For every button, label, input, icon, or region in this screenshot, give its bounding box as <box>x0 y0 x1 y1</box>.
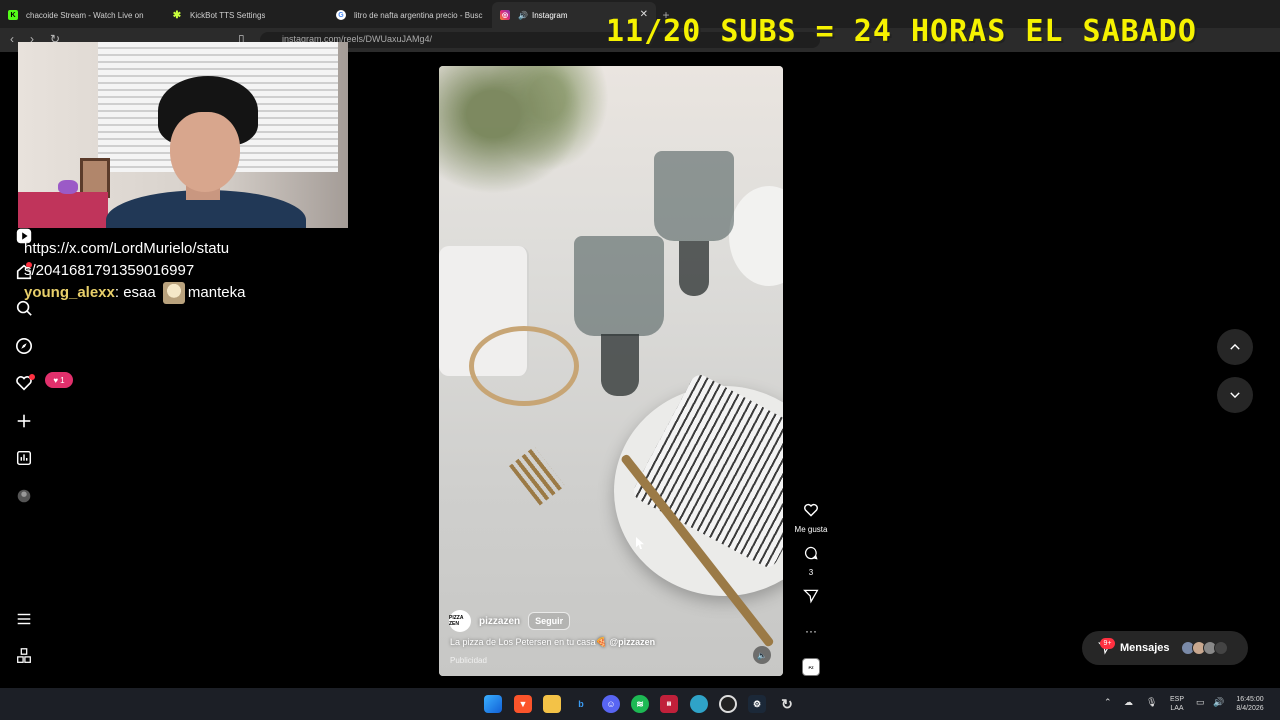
steam-icon[interactable]: ⚙ <box>748 695 766 713</box>
language-bottom: LAA <box>1170 705 1184 712</box>
microphone-icon[interactable]: 🎙 <box>1146 698 1157 707</box>
reel-caption: La pizza de Los Petersen en tu casa🍕 @pi… <box>450 637 655 648</box>
windows-taskbar: ▼ b ☺ ≋ ▤ ⚙ ↻ ⌃ ☁ 🎙 ESP LAA ▭ 🔊 16:45:00… <box>0 688 1280 720</box>
tray-chevron-icon[interactable]: ⌃ <box>1104 698 1112 707</box>
send-icon <box>803 589 819 604</box>
obs-icon[interactable] <box>719 695 737 713</box>
more-avatars-icon <box>1213 641 1228 655</box>
tab-kickbot[interactable]: ✱ KickBot TTS Settings <box>164 2 328 28</box>
heart-icon <box>804 503 818 517</box>
reel-plant <box>439 66 619 226</box>
back-icon[interactable]: ‹ <box>10 32 14 46</box>
chat-message-link-line2: s/2041681791359016997 <box>24 262 195 279</box>
reel-coaster <box>469 326 579 406</box>
notification-badge: ♥ 1 <box>45 372 73 388</box>
spotify-icon[interactable]: ≋ <box>631 695 649 713</box>
webcam-person-face <box>170 112 240 192</box>
comment-count: 3 <box>808 568 814 577</box>
chat-text-after: manteka <box>187 284 246 301</box>
chevron-up-icon <box>1230 343 1240 350</box>
messages-avatars <box>1180 641 1228 655</box>
tab-label: chacoide Stream - Watch Live on <box>26 10 144 20</box>
clock-time: 16:45:00 <box>1236 696 1264 703</box>
chevron-down-icon <box>1230 392 1240 399</box>
notifications-heart-icon[interactable] <box>14 373 35 393</box>
chat-text-before: : esaa <box>114 284 156 301</box>
webcam-bed <box>18 192 108 228</box>
comment-button[interactable]: 3 <box>794 545 828 577</box>
network-icon[interactable]: ▭ <box>1196 698 1205 707</box>
chat-message-link-line1: https://x.com/LordMurielo/statu <box>24 240 230 257</box>
google-icon: G <box>336 10 346 20</box>
messages-label: Mensajes <box>1120 642 1170 654</box>
more-options-button[interactable]: ··· <box>794 624 828 638</box>
messages-badge: 9+ <box>1100 638 1115 649</box>
next-reel-button[interactable] <box>1217 377 1253 413</box>
sponsored-label: Publicidad <box>450 656 487 665</box>
edge-icon[interactable] <box>690 695 708 713</box>
tab-label: Instagram <box>531 10 568 20</box>
more-icon: ··· <box>805 624 817 638</box>
create-icon[interactable] <box>14 411 34 431</box>
speaker-icon: 🔊 <box>518 10 528 20</box>
audio-track-thumbnail[interactable]: PZ <box>802 658 820 676</box>
webcam-plush <box>58 180 78 194</box>
language-top: ESP <box>1169 696 1184 703</box>
clock[interactable]: 16:45:00 8/4/2026 <box>1230 695 1270 713</box>
stream-goal-overlay: 11/20 SUBS = 24 HORAS EL SABADO <box>606 14 1197 49</box>
bing-icon[interactable]: b <box>572 695 590 713</box>
tab-label: litro de nafta argentina precio - Busc <box>354 10 483 20</box>
tab-google-search[interactable]: G litro de nafta argentina precio - Busc <box>328 2 492 28</box>
reel-author-avatar[interactable]: PIZZA ZEN <box>449 610 471 632</box>
speaker-icon: 🔈 <box>757 650 767 660</box>
language-indicator[interactable]: ESP LAA <box>1166 695 1188 713</box>
share-button[interactable] <box>794 588 828 609</box>
reel-video[interactable]: PIZZA ZEN pizzazen Seguir La pizza de Lo… <box>439 66 783 676</box>
kick-icon: K <box>8 10 18 20</box>
explore-icon[interactable] <box>14 336 34 356</box>
tab-label: KickBot TTS Settings <box>190 10 266 20</box>
menu-icon[interactable] <box>14 609 34 629</box>
discord-icon[interactable]: ☺ <box>602 695 620 713</box>
notification-count: 1 <box>60 375 65 385</box>
reel-glass-front-stem <box>601 334 639 396</box>
kickbot-icon: ✱ <box>172 9 182 21</box>
notification-dot <box>29 374 35 380</box>
volume-icon[interactable]: 🔊 <box>1213 698 1224 707</box>
reel-username[interactable]: pizzazen <box>479 616 520 627</box>
onedrive-icon[interactable]: ☁ <box>1124 698 1133 707</box>
dashboard-icon[interactable] <box>14 448 34 468</box>
mute-button[interactable]: 🔈 <box>753 646 771 664</box>
heart-icon: ♥ <box>53 375 59 385</box>
like-label: Me gusta <box>794 525 828 534</box>
comment-icon <box>805 546 818 560</box>
clock-date: 8/4/2026 <box>1236 705 1264 712</box>
file-explorer-icon[interactable] <box>543 695 561 713</box>
profile-avatar-icon[interactable] <box>14 486 34 506</box>
reel-mention[interactable]: @pizzazen <box>609 637 655 647</box>
follow-button[interactable]: Seguir <box>528 612 571 630</box>
reel-author: PIZZA ZEN pizzazen Seguir <box>449 610 571 632</box>
reel-glass-back <box>654 151 734 241</box>
previous-reel-button[interactable] <box>1217 329 1253 365</box>
reel-glass-front <box>574 236 664 336</box>
instagram-icon: ◎ <box>500 10 510 20</box>
screen: K chacoide Stream - Watch Live on ✱ Kick… <box>0 0 1280 720</box>
chat-username: young_alexx <box>24 284 115 301</box>
streamer-app-icon[interactable]: ▤ <box>660 695 678 713</box>
webcam-overlay <box>18 42 348 228</box>
brave-icon[interactable]: ▼ <box>514 695 532 713</box>
tab-kick-stream[interactable]: K chacoide Stream - Watch Live on <box>0 2 164 28</box>
chat-message: young_alexx: esaa manteka <box>24 282 354 305</box>
apps-icon[interactable] <box>14 646 34 666</box>
emote-icon <box>162 282 185 305</box>
chat-overlay: https://x.com/LordMurielo/statu s/204168… <box>24 238 354 305</box>
refresh-app-icon[interactable]: ↻ <box>778 695 796 713</box>
like-button[interactable]: Me gusta <box>794 502 828 534</box>
windows-start-icon[interactable] <box>484 695 502 713</box>
reel-caption-text: La pizza de Los Petersen en tu casa🍕 <box>450 637 607 647</box>
reel-glass-back-stem <box>679 241 709 296</box>
